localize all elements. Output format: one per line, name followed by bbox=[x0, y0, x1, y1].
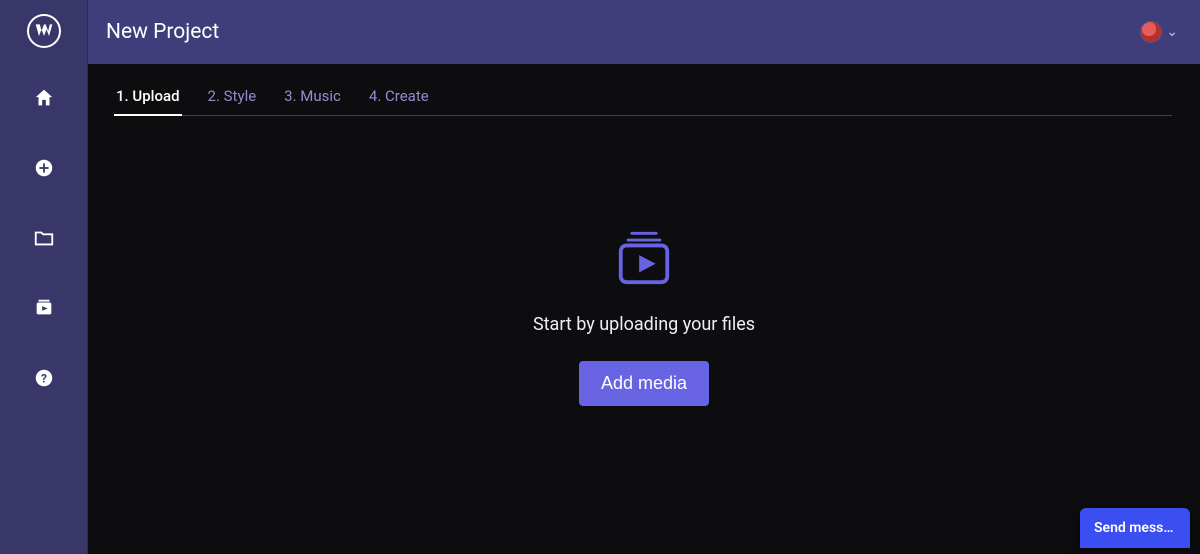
sidebar: ? bbox=[0, 0, 88, 554]
app-root: ? New Project ⌄ 1. Upload 2. Style 3. Mu… bbox=[0, 0, 1200, 554]
upload-hero-text: Start by uploading your files bbox=[533, 314, 755, 335]
header: New Project ⌄ bbox=[88, 0, 1200, 64]
chevron-down-icon[interactable]: ⌄ bbox=[1166, 24, 1178, 40]
logo-icon bbox=[34, 21, 54, 41]
step-tabs: 1. Upload 2. Style 3. Music 4. Create bbox=[116, 82, 1172, 116]
folder-icon[interactable] bbox=[24, 218, 64, 258]
content-area: 1. Upload 2. Style 3. Music 4. Create St… bbox=[88, 64, 1200, 554]
app-logo[interactable] bbox=[27, 14, 61, 48]
library-icon[interactable] bbox=[24, 288, 64, 328]
page-title: New Project bbox=[106, 20, 219, 44]
media-box-play-icon bbox=[613, 226, 675, 288]
help-icon[interactable]: ? bbox=[24, 358, 64, 398]
home-icon[interactable] bbox=[24, 78, 64, 118]
tab-style[interactable]: 2. Style bbox=[208, 87, 257, 115]
add-media-button[interactable]: Add media bbox=[579, 361, 709, 406]
upload-hero: Start by uploading your files Add media bbox=[116, 116, 1172, 554]
tab-music[interactable]: 3. Music bbox=[284, 87, 341, 115]
svg-text:?: ? bbox=[41, 372, 47, 386]
chat-widget[interactable]: Send messa… bbox=[1080, 508, 1190, 548]
add-icon[interactable] bbox=[24, 148, 64, 188]
main-column: New Project ⌄ 1. Upload 2. Style 3. Musi… bbox=[88, 0, 1200, 554]
tab-create[interactable]: 4. Create bbox=[369, 87, 429, 115]
avatar[interactable] bbox=[1140, 21, 1162, 43]
tab-upload[interactable]: 1. Upload bbox=[116, 87, 180, 115]
